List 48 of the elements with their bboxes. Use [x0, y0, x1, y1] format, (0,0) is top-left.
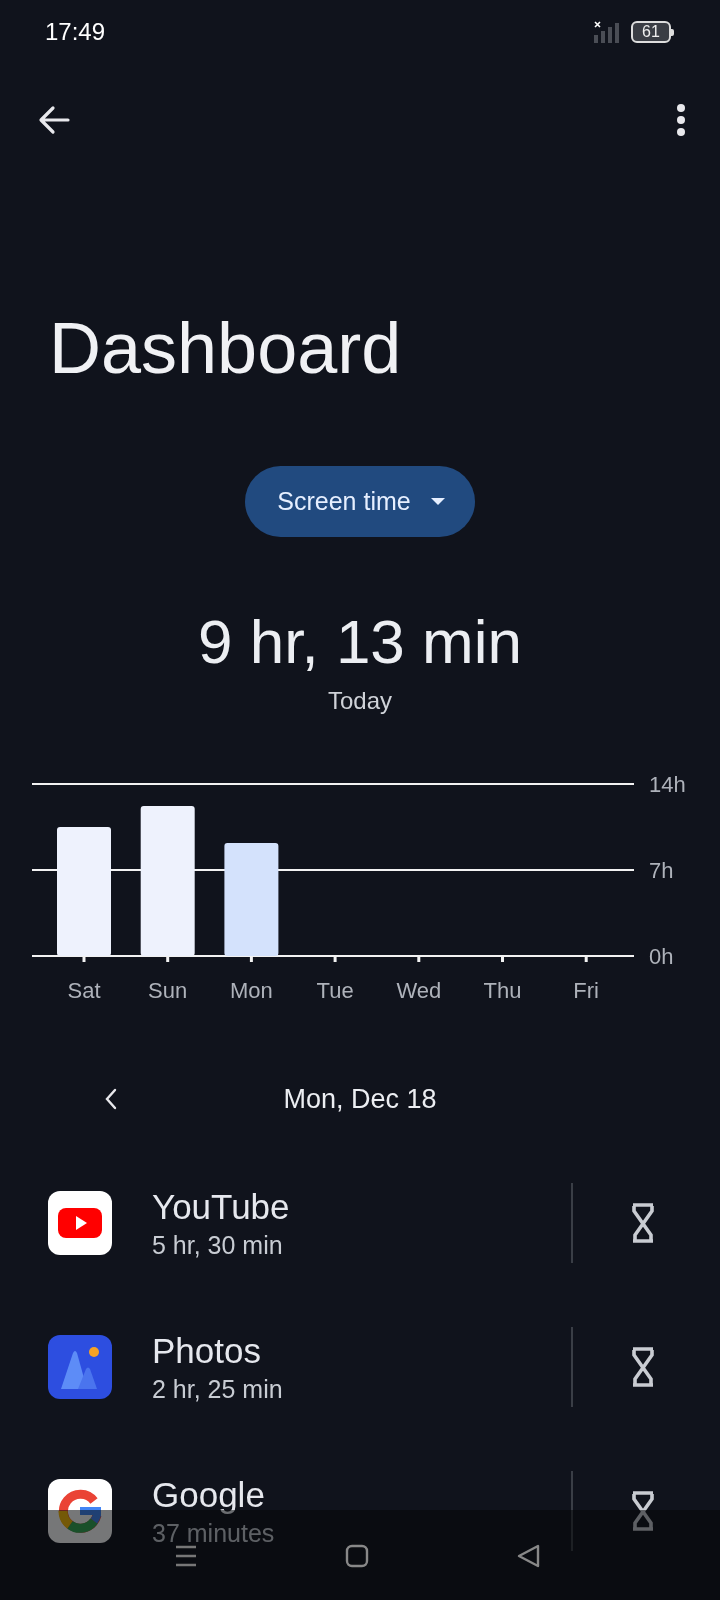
app-timer-button[interactable] — [630, 1491, 656, 1531]
play-button-icon[interactable] — [48, 1191, 112, 1255]
app-name: YouTube — [152, 1186, 291, 1227]
g-logo-icon[interactable] — [48, 1479, 112, 1543]
app-usage-time: 5 hr, 30 min — [152, 1230, 284, 1260]
home-icon[interactable] — [345, 1544, 369, 1568]
axis-label: 0h — [649, 944, 674, 969]
app-timer-button[interactable] — [630, 1347, 656, 1387]
mountain-picture-icon[interactable] — [48, 1335, 112, 1399]
axis-tick — [584, 956, 588, 962]
day-label: Fri — [573, 978, 600, 1003]
total-screen-time: 9 hr, 13 min — [198, 609, 522, 675]
previous-day-icon[interactable] — [104, 1088, 118, 1110]
page-title: Dashboard — [49, 308, 402, 388]
axis-tick — [166, 956, 170, 962]
metric-dropdown[interactable]: Screen time — [245, 466, 475, 537]
day-label: Tue — [316, 978, 354, 1003]
day-label: Mon — [230, 978, 273, 1003]
hourglass-icon — [630, 1203, 656, 1243]
app-name: Photos — [152, 1330, 262, 1371]
app-timer-button[interactable] — [630, 1203, 656, 1243]
selected-date: Mon, Dec 18 — [283, 1083, 437, 1114]
day-label: Wed — [396, 978, 442, 1003]
back-icon[interactable] — [516, 1544, 541, 1568]
axis-label: 7h — [649, 858, 674, 883]
axis-label: 14h — [649, 772, 686, 797]
axis-tick — [333, 956, 337, 962]
status-time: 17:49 — [45, 18, 106, 46]
caret-icon — [430, 498, 445, 505]
back-arrow-icon[interactable] — [38, 104, 72, 136]
day-label: Sat — [67, 978, 101, 1003]
period-label: Today — [327, 687, 392, 715]
app-usage-time: 2 hr, 25 min — [152, 1374, 284, 1404]
app-name: Google — [152, 1474, 266, 1515]
more-options-icon[interactable] — [676, 104, 686, 136]
signal-icon — [593, 21, 621, 43]
battery-icon: 61 — [631, 21, 674, 43]
axis-tick — [417, 956, 421, 962]
recent-apps-icon[interactable] — [174, 1544, 198, 1568]
day-label: Sun — [148, 978, 188, 1003]
axis-tick — [249, 956, 253, 962]
app-usage-time: 37 minutes — [152, 1518, 276, 1548]
hourglass-icon — [630, 1347, 656, 1387]
axis-tick — [82, 956, 86, 962]
usage-bar[interactable] — [224, 842, 279, 956]
day-label: Thu — [483, 978, 522, 1003]
hourglass-icon — [630, 1491, 656, 1531]
axis-tick — [501, 956, 504, 962]
